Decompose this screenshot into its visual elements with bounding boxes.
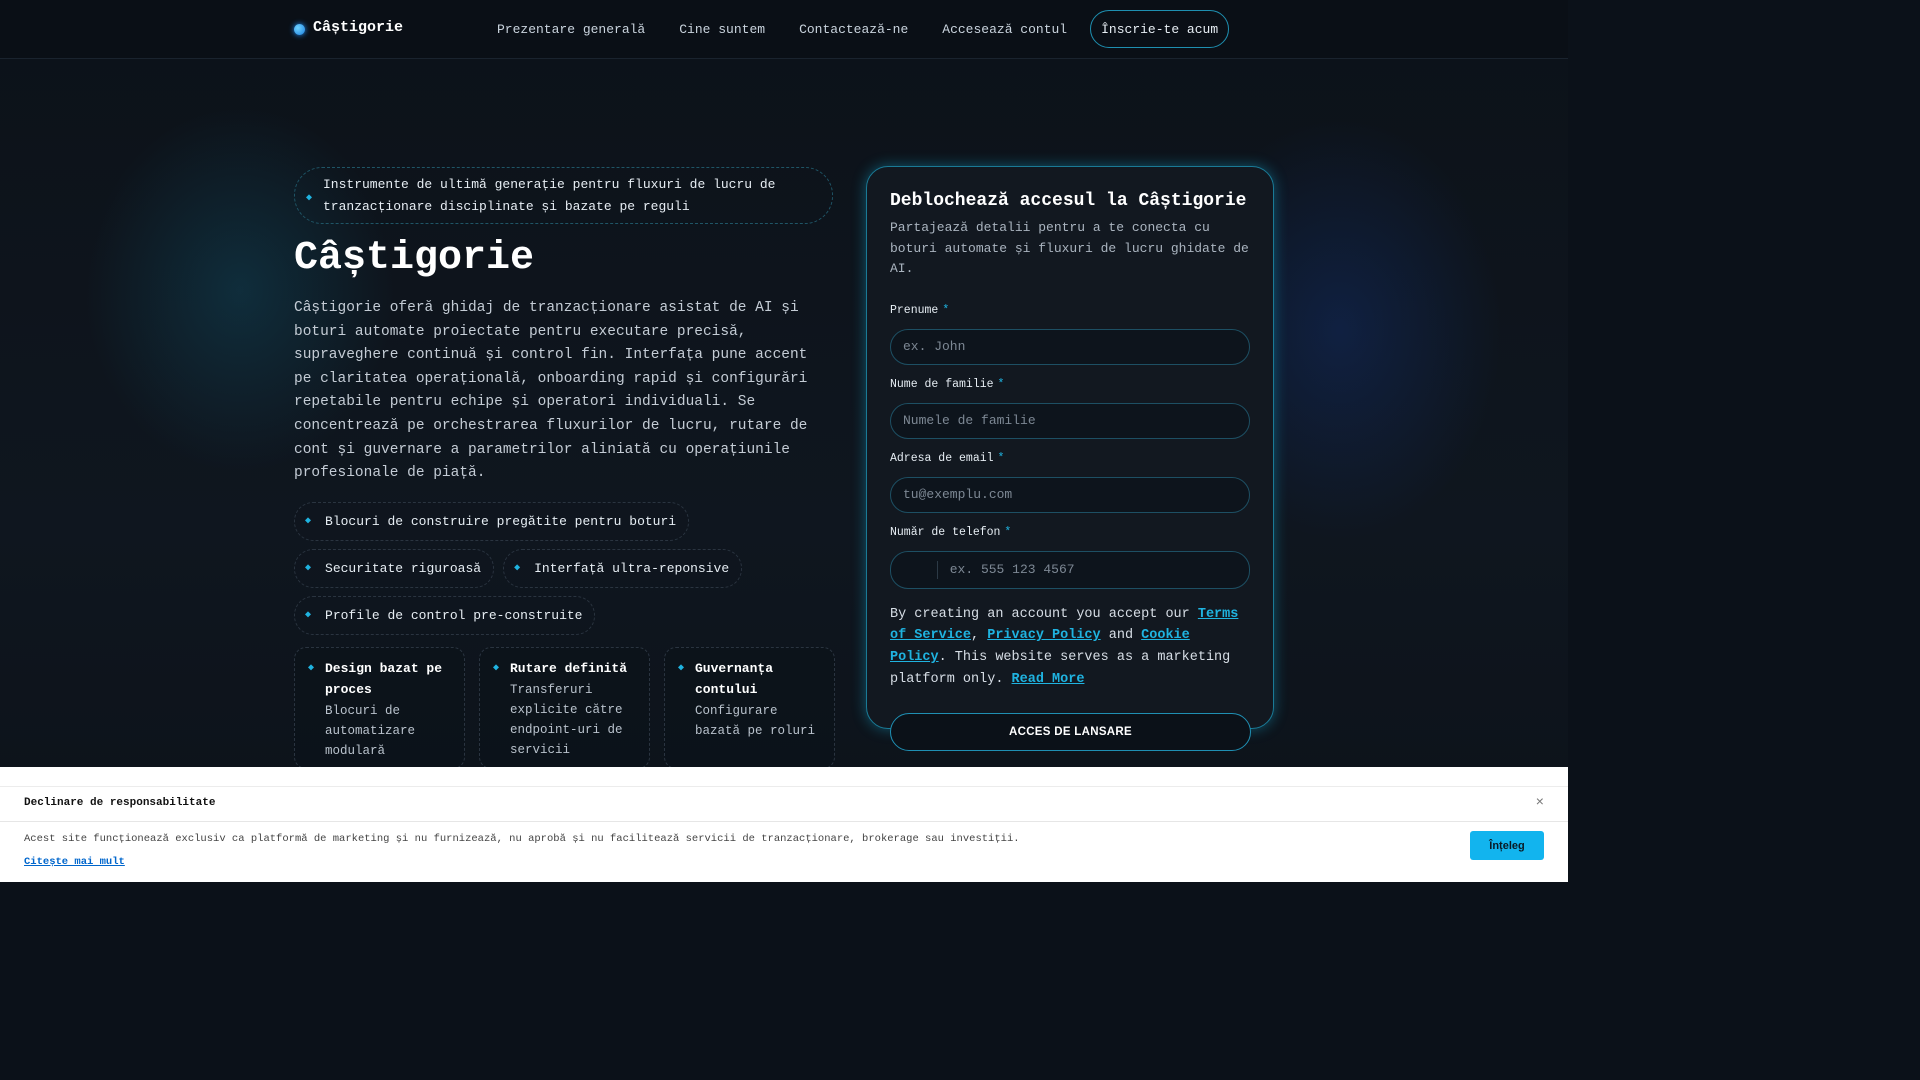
process-icon: ◆ [308,663,315,674]
tagline-text: Instrumente de ultimă generație pentru f… [323,177,776,214]
card-text: Transferuri explicite către endpoint-uri… [510,683,623,757]
feature-chip: ◆ Profile de control pre-construite [294,595,596,635]
legal-notice: By creating an account you accept our Te… [890,606,1239,687]
card-title: Guvernanța contului [695,661,774,697]
first-name-input[interactable] [903,339,1249,354]
hero-tagline-badge: ◆ Instrumente de ultimă generație pentru… [294,167,833,224]
feature-card: ◆ Guvernanța contului Configurare bazată… [664,647,835,769]
feature-chip: ◆ Interfață ultra-reponsive [503,548,743,588]
top-navigation-bar: Câștigorie Prezentare generală Cine sunt… [0,0,1568,59]
email-input[interactable] [903,487,1249,502]
chip-label: Blocuri de construire pregătite pentru b… [325,513,677,529]
chip-label: Profile de control pre-construite [325,607,583,623]
feature-card: ◆ Rutare definită Transferuri explicite … [479,647,650,769]
acknowledge-button[interactable]: Înțeleg [1470,831,1544,860]
first-name-group: Prenume * [890,304,1250,365]
logo-dot-icon [294,23,305,35]
phone-group: Număr de telefon * [890,526,1250,589]
last-name-field[interactable] [890,402,1250,439]
feature-chip: ◆ Securitate riguroasă [294,548,495,588]
disclaimer-banner: Declinare de responsabilitate × Acest si… [0,767,1568,882]
feature-card: ◆ Design bazat pe proces Blocuri de auto… [294,647,465,769]
hero-section: ◆ Instrumente de ultimă generație pentru… [294,167,835,769]
nav-link-about[interactable]: Cine suntem [662,22,782,37]
main-nav: Prezentare generală Cine suntem Contacte… [480,10,1230,48]
nav-link-overview[interactable]: Prezentare generală [480,22,662,37]
email-label: Adresa de email * [890,451,1005,465]
phone-label: Număr de telefon * [890,525,1012,539]
feature-chips: ◆ Blocuri de construire pregătite pentru… [294,501,833,635]
nav-link-contact[interactable]: Contactează-ne [782,22,925,37]
signup-button[interactable]: Înscrie-te acum [1090,10,1230,48]
privacy-link[interactable]: Privacy Policy [987,628,1100,643]
sliders-icon: ◆ [305,610,312,622]
read-more-link[interactable]: Read More [1012,672,1085,687]
lightning-icon: ◆ [514,563,521,575]
last-name-label: Nume de familie * [890,377,1005,391]
chip-label: Securitate riguroasă [325,560,482,576]
cube-icon: ◆ [305,516,312,528]
read-more-disclaimer-link[interactable]: Citește mai mult [24,856,125,868]
nav-link-login[interactable]: Accesează contul [925,22,1084,37]
hero-description: Câștigorie oferă ghidaj de tranzacționar… [294,300,808,482]
phone-input[interactable] [949,562,1249,577]
close-icon[interactable]: × [1536,795,1544,811]
first-name-label: Prenume * [890,303,950,317]
hero-title: Câștigorie [294,236,535,281]
disclaimer-text: Acest site funcționează exclusiv ca plat… [24,833,1020,845]
country-code-selector[interactable] [903,560,938,579]
card-title: Design bazat pe proces [325,661,443,697]
brand-logo[interactable]: Câștigorie [294,19,403,36]
launch-access-button[interactable]: ACCES DE LANSARE [890,712,1251,751]
chip-label: Interfață ultra-reponsive [534,560,730,576]
email-group: Adresa de email * [890,452,1250,513]
feature-chip: ◆ Blocuri de construire pregătite pentru… [294,501,690,541]
email-field[interactable] [890,476,1250,513]
disclaimer-header: Declinare de responsabilitate × [0,786,1568,822]
routing-icon: ◆ [493,663,500,674]
form-title: Deblochează accesul la Câștigorie [890,191,1247,211]
shield-icon: ◆ [305,563,312,575]
brand-name: Câștigorie [313,19,404,36]
feature-cards: ◆ Design bazat pe proces Blocuri de auto… [294,647,835,769]
form-subtitle: Partajează detalii pentru a te conecta c… [890,220,1249,276]
card-text: Blocuri de automatizare modulară [325,704,416,758]
last-name-input[interactable] [903,413,1249,428]
phone-field[interactable] [890,550,1250,589]
disclaimer-title: Declinare de responsabilitate [24,797,216,809]
account-icon: ◆ [678,663,685,674]
card-title: Rutare definită [510,661,628,676]
card-text: Configurare bazată pe roluri [695,704,816,738]
signup-form-card: Deblochează accesul la Câștigorie Partaj… [866,166,1274,751]
sparkle-icon: ◆ [306,193,313,204]
last-name-group: Nume de familie * [890,378,1250,439]
first-name-field[interactable] [890,328,1250,365]
